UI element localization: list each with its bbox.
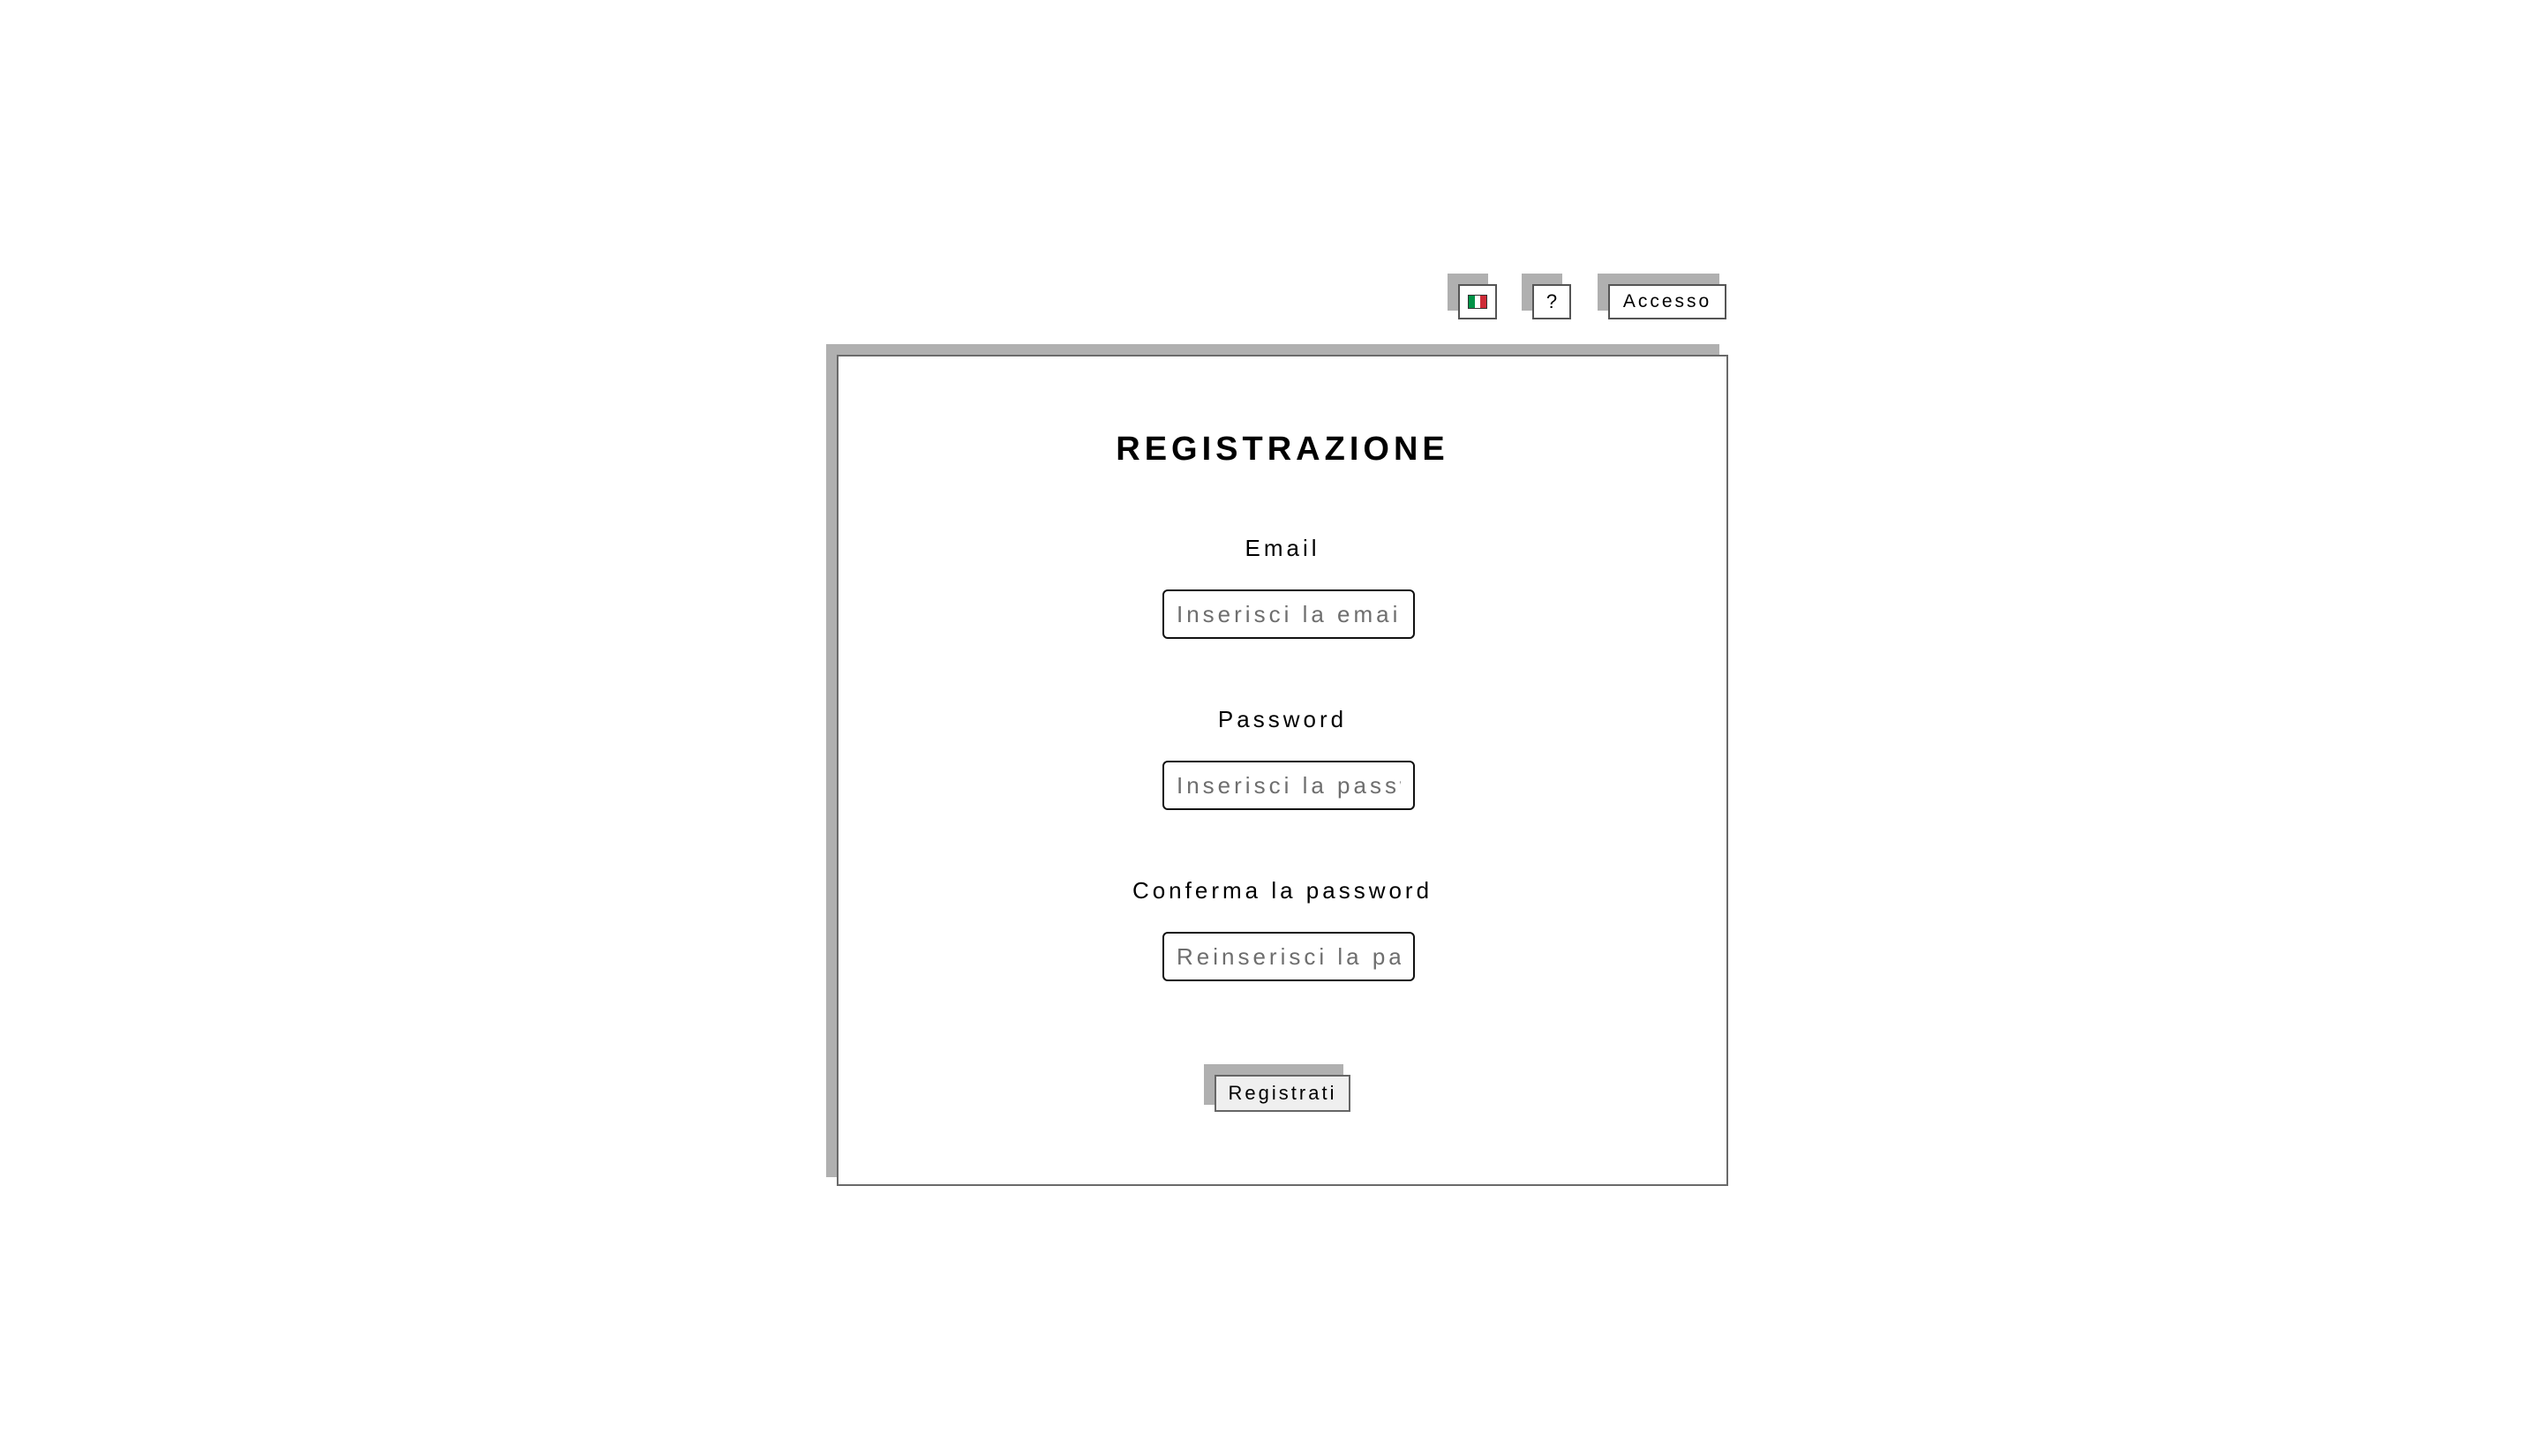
login-button-label[interactable]: Accesso xyxy=(1608,284,1726,319)
language-button-face[interactable] xyxy=(1458,284,1497,319)
registration-page: ? Accesso REGISTRAZIONE Email Password C… xyxy=(0,0,2542,1456)
password-field[interactable] xyxy=(1162,761,1415,810)
register-button[interactable]: Registrati xyxy=(1215,1075,1350,1112)
confirm-password-field[interactable] xyxy=(1162,932,1415,981)
language-button[interactable] xyxy=(1448,274,1497,319)
help-button-label[interactable]: ? xyxy=(1532,284,1571,319)
register-button-wrap: Registrati xyxy=(1204,1064,1354,1114)
password-label: Password xyxy=(1217,706,1348,732)
registration-card: REGISTRAZIONE Email Password Conferma la… xyxy=(826,344,1730,1188)
login-button[interactable]: Accesso xyxy=(1598,274,1730,319)
confirm-password-label: Conferma la password xyxy=(1132,877,1433,904)
help-button[interactable]: ? xyxy=(1522,274,1571,319)
page-title: REGISTRAZIONE xyxy=(1116,431,1449,468)
top-toolbar: ? Accesso xyxy=(1448,274,1730,323)
email-label: Email xyxy=(1245,535,1320,561)
email-field[interactable] xyxy=(1162,589,1415,639)
italian-flag-icon xyxy=(1468,295,1487,309)
registration-form: REGISTRAZIONE Email Password Conferma la… xyxy=(837,355,1728,1186)
